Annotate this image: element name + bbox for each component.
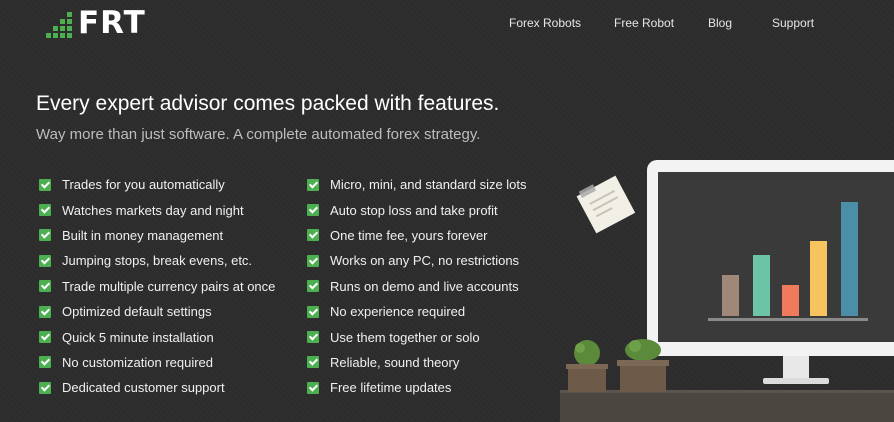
hero-title: Every expert advisor comes packed with f… [36,92,500,115]
feature-item: Free lifetime updates [307,375,527,400]
checkbox-icon [39,178,51,191]
checkbox-icon [307,305,319,318]
feature-item: Dedicated customer support [39,375,275,400]
feature-label: Works on any PC, no restrictions [330,253,520,269]
checkbox-icon [39,229,51,242]
feature-item: Works on any PC, no restrictions [307,248,527,273]
checkbox-icon [307,356,319,369]
feature-item: Micro, mini, and standard size lots [307,172,527,197]
feature-label: Free lifetime updates [330,380,452,396]
feature-label: Built in money management [62,227,224,243]
nav-support[interactable]: Support [772,16,814,30]
feature-label: Dedicated customer support [62,380,225,396]
checkbox-icon [39,280,51,293]
logo[interactable]: FRT [46,5,146,41]
feature-item: Optimized default settings [39,299,275,324]
checkbox-icon [39,381,51,394]
feature-item: Reliable, sound theory [307,350,527,375]
feature-label: Quick 5 minute installation [62,329,214,345]
feature-item: Trades for you automatically [39,172,275,197]
feature-item: One time fee, yours forever [307,223,527,248]
feature-label: Watches markets day and night [62,202,244,218]
checkbox-icon [307,178,319,191]
checkbox-icon [307,204,319,217]
checkbox-icon [307,381,319,394]
desk-illustration [560,160,894,422]
chart-bar [810,241,827,316]
feature-label: Micro, mini, and standard size lots [330,177,527,193]
checkbox-icon [39,331,51,344]
feature-label: One time fee, yours forever [330,227,488,243]
nav-forex-robots[interactable]: Forex Robots [509,16,581,30]
feature-item: Runs on demo and live accounts [307,274,527,299]
feature-label: Jumping stops, break evens, etc. [62,253,253,269]
checkbox-icon [307,280,319,293]
feature-label: Use them together or solo [330,329,480,345]
sticky-note-icon [576,175,636,234]
feature-item: Use them together or solo [307,324,527,349]
nav-blog[interactable]: Blog [708,16,732,30]
hero-subtitle: Way more than just software. A complete … [36,126,481,143]
feature-label: No experience required [330,304,466,320]
chart-bar [782,285,799,316]
desk-surface [560,390,894,422]
checkbox-icon [39,204,51,217]
feature-item: Auto stop loss and take profit [307,197,527,222]
checkbox-icon [307,331,319,344]
chart-bar [841,202,858,316]
feature-label: Reliable, sound theory [330,354,460,370]
logo-text: FRT [78,5,146,41]
site-header: FRT Forex Robots Free Robot Blog Support [0,0,894,60]
nav-free-robot[interactable]: Free Robot [614,16,674,30]
feature-label: Runs on demo and live accounts [330,278,519,294]
plant-small-icon [566,340,608,392]
checkbox-icon [39,356,51,369]
feature-label: Optimized default settings [62,304,212,320]
feature-item: Watches markets day and night [39,197,275,222]
feature-list-left: Trades for you automatically Watches mar… [39,172,275,401]
feature-label: No customization required [62,354,214,370]
feature-item: Built in money management [39,223,275,248]
feature-label: Trades for you automatically [62,177,225,193]
feature-label: Trade multiple currency pairs at once [62,278,276,294]
feature-item: Jumping stops, break evens, etc. [39,248,275,273]
feature-item: No customization required [39,350,275,375]
checkbox-icon [39,305,51,318]
checkbox-icon [39,254,51,267]
checkbox-icon [307,254,319,267]
chart-bar [722,275,739,316]
checkbox-icon [307,229,319,242]
feature-item: No experience required [307,299,527,324]
feature-list-right: Micro, mini, and standard size lots Auto… [307,172,527,401]
feature-item: Trade multiple currency pairs at once [39,274,275,299]
chart-baseline [708,318,868,321]
feature-item: Quick 5 minute installation [39,324,275,349]
chart-bar [753,255,770,316]
feature-label: Auto stop loss and take profit [330,202,498,218]
desk-edge [560,390,894,393]
logo-bars-icon [46,8,76,38]
